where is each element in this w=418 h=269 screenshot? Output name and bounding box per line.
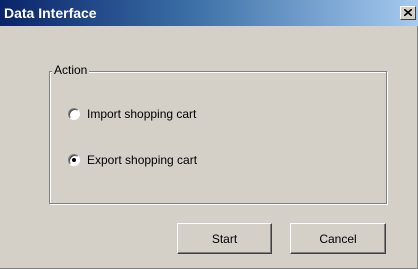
window-title: Data Interface <box>4 5 97 21</box>
data-interface-dialog: Data Interface Action Import shopping ca… <box>0 0 418 269</box>
export-shopping-cart-label[interactable]: Export shopping cart <box>87 152 197 168</box>
title-bar[interactable]: Data Interface <box>0 0 418 26</box>
radio-checked-icon[interactable] <box>68 154 80 166</box>
start-button[interactable]: Start <box>177 223 272 254</box>
radio-selected-dot <box>72 158 76 162</box>
radio-unchecked-icon[interactable] <box>68 108 80 120</box>
close-icon <box>404 9 412 16</box>
close-button[interactable] <box>400 6 416 20</box>
cancel-button[interactable]: Cancel <box>290 223 386 254</box>
import-shopping-cart-radio[interactable]: Import shopping cart <box>68 105 196 123</box>
action-groupbox <box>49 71 387 204</box>
export-shopping-cart-radio[interactable]: Export shopping cart <box>68 151 197 169</box>
import-shopping-cart-label[interactable]: Import shopping cart <box>87 106 196 122</box>
action-group-label: Action <box>52 62 90 78</box>
